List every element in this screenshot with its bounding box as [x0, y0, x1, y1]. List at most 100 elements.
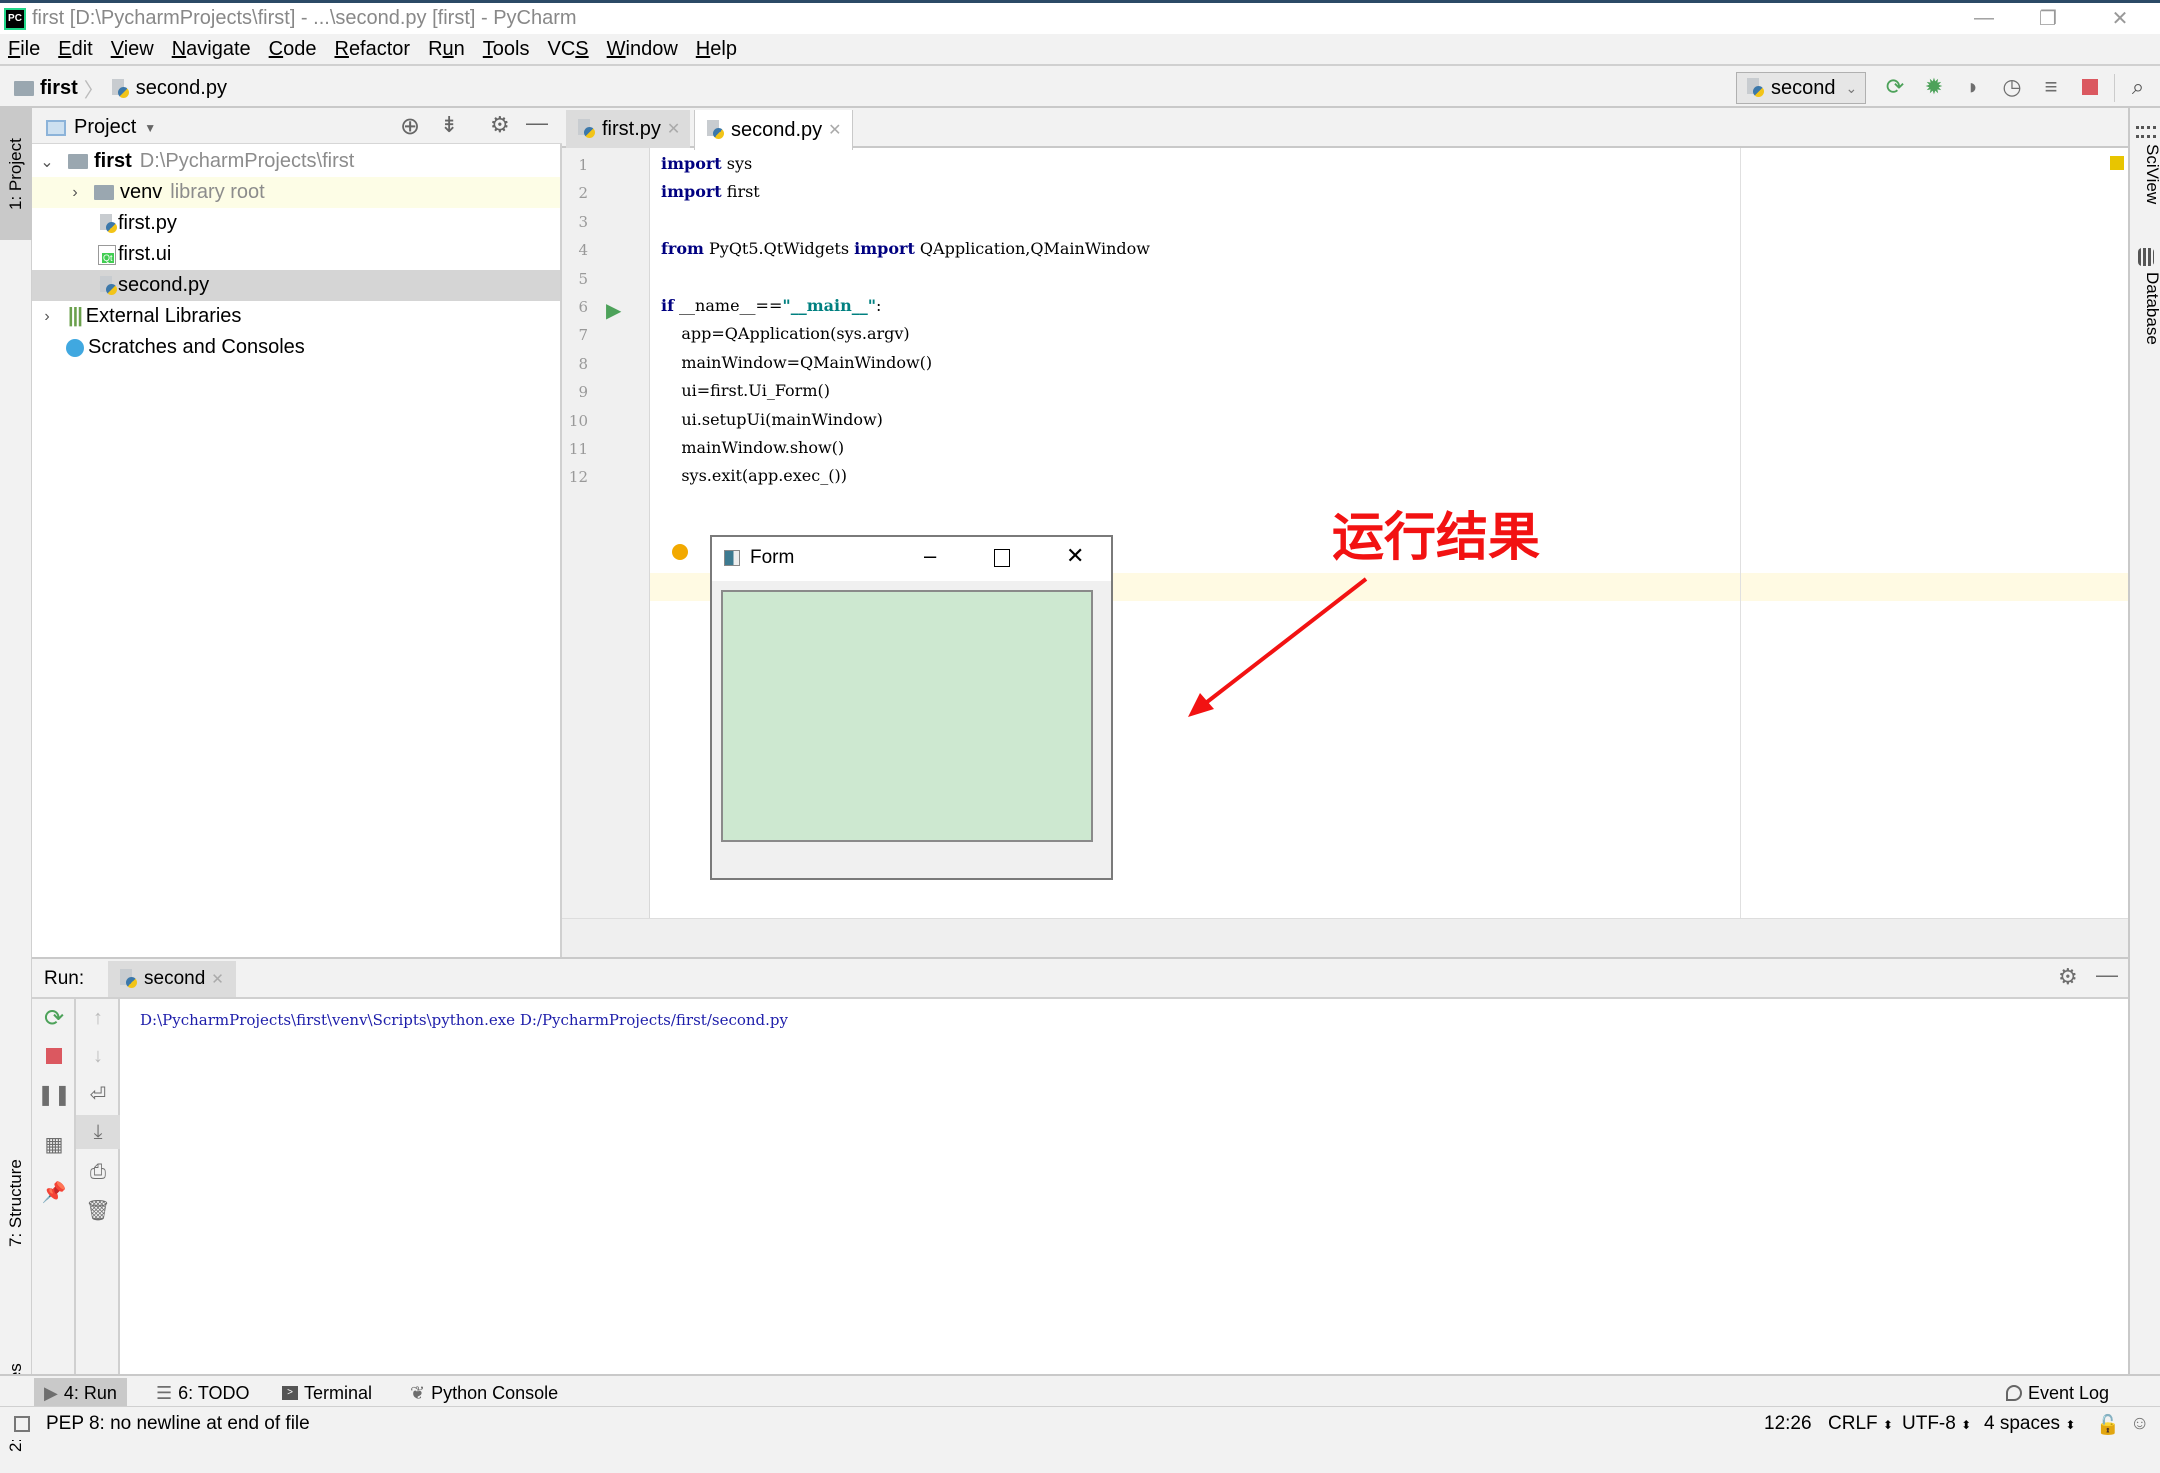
code-line[interactable]: import sys	[661, 154, 752, 173]
tree-item-first[interactable]: ⌄ first D:\PycharmProjects\first	[32, 146, 560, 177]
menu-view[interactable]: View	[111, 38, 154, 61]
toggle-tool-windows-icon[interactable]	[14, 1416, 30, 1432]
chevron-right-icon[interactable]: ›	[36, 308, 58, 326]
left-tool-stripe: 1: Project 7: Structure 2: Favorites	[0, 108, 32, 1452]
toolbar-divider	[2114, 74, 2115, 102]
tab-python-console[interactable]: ❦ Python Console	[400, 1378, 568, 1408]
tree-item-second-py[interactable]: second.py	[32, 270, 560, 301]
code-line[interactable]: mainWindow.show()	[661, 438, 844, 457]
stop-icon[interactable]	[2076, 73, 2104, 101]
collapse-all-icon[interactable]: ⇟	[440, 112, 458, 138]
menu-run[interactable]: Run	[428, 38, 465, 61]
indent-widget[interactable]: 4 spaces ⬍	[1984, 1413, 2075, 1435]
concurrency-icon[interactable]: ≡	[2037, 73, 2065, 101]
search-icon[interactable]: ⌕	[2124, 73, 2152, 101]
menu-refactor[interactable]: Refactor	[334, 38, 410, 61]
hide-panel-icon[interactable]: —	[526, 110, 548, 136]
code-line[interactable]: ui=first.Ui_Form()	[661, 381, 830, 400]
stop-icon[interactable]	[32, 1039, 76, 1073]
form-maximize-button[interactable]	[994, 549, 1010, 567]
tab-label: second.py	[731, 118, 823, 141]
tab-run[interactable]: ▶ 4: Run	[34, 1378, 127, 1408]
tree-item-first-ui[interactable]: Qt first.ui	[32, 239, 560, 270]
form-title: Form	[750, 547, 795, 568]
chevron-right-icon[interactable]: ›	[64, 184, 86, 202]
restore-button[interactable]: ❐	[2012, 3, 2084, 34]
chevron-down-icon[interactable]: ⌄	[36, 152, 58, 172]
menu-edit[interactable]: Edit	[58, 38, 92, 61]
menu-help[interactable]: Help	[696, 38, 737, 61]
inspector-icon[interactable]: ☺	[2130, 1413, 2149, 1435]
structure-tool-tab[interactable]: 7: Structure	[0, 1083, 32, 1323]
code-line[interactable]: if __name__=="__main__":	[661, 296, 881, 315]
form-minimize-button[interactable]: –	[924, 543, 936, 569]
code-line[interactable]: sys.exit(app.exec_())	[661, 466, 847, 485]
menu-window[interactable]: Window	[607, 38, 678, 61]
sciview-tool-tab[interactable]: SciView	[2130, 144, 2160, 204]
print-icon[interactable]: ⎙	[76, 1155, 120, 1189]
console-output[interactable]: D:\PycharmProjects\first\venv\Scripts\py…	[140, 1011, 788, 1029]
close-button[interactable]: ✕	[2084, 3, 2156, 34]
code-line[interactable]: app=QApplication(sys.argv)	[661, 324, 909, 343]
menu-tools[interactable]: Tools	[483, 38, 530, 61]
line-separator-widget[interactable]: CRLF ⬍	[1828, 1413, 1893, 1435]
intention-bulb-icon[interactable]	[672, 544, 688, 560]
tab-first-py[interactable]: first.py ✕	[566, 110, 691, 148]
code-line[interactable]: mainWindow=QMainWindow()	[661, 353, 932, 372]
code-line[interactable]: from PyQt5.QtWidgets import QApplication…	[661, 239, 1150, 258]
gear-icon[interactable]: ⚙	[2058, 964, 2078, 990]
profile-icon[interactable]: ◷	[1998, 73, 2026, 101]
tree-item-scratches[interactable]: Scratches and Consoles	[32, 332, 560, 363]
encoding-widget[interactable]: UTF-8 ⬍	[1902, 1413, 1971, 1435]
minimize-button[interactable]: —	[1948, 3, 2020, 34]
close-tab-icon[interactable]: ✕	[828, 120, 841, 140]
run-tab-second[interactable]: second ✕	[108, 961, 236, 997]
gear-icon[interactable]: ⚙	[490, 112, 510, 138]
form-window[interactable]: Form – ✕	[710, 535, 1113, 880]
menu-bar: File Edit View Navigate Code Refactor Ru…	[0, 34, 2160, 66]
code-line[interactable]: ui.setupUi(mainWindow)	[661, 410, 883, 429]
layout-icon[interactable]: ▦	[32, 1127, 76, 1161]
caret-position[interactable]: 12:26	[1764, 1413, 1812, 1435]
tree-item-first-py[interactable]: first.py	[32, 208, 560, 239]
tab-terminal[interactable]: > Terminal	[272, 1378, 382, 1408]
database-tool-tab[interactable]: Database	[2130, 272, 2160, 345]
form-app-icon	[724, 550, 740, 566]
rerun-icon[interactable]: ⟳	[1881, 73, 1909, 101]
rerun-icon[interactable]: ⟳	[32, 1001, 76, 1035]
lock-icon[interactable]: 🔓	[2096, 1413, 2120, 1437]
soft-wrap-icon[interactable]: ⏎	[76, 1077, 120, 1111]
tab-todo[interactable]: ☰ 6: TODO	[146, 1378, 260, 1408]
menu-vcs[interactable]: VCS	[548, 38, 589, 61]
line-number: 8	[578, 354, 588, 373]
pin-icon[interactable]: 📌	[32, 1175, 76, 1209]
run-gutter-icon[interactable]: ▶	[606, 298, 621, 323]
arrow-down-icon[interactable]: ↓	[76, 1039, 120, 1073]
arrow-up-icon[interactable]: ↑	[76, 1001, 120, 1035]
code-line[interactable]: import first	[661, 182, 760, 201]
scroll-to-end-icon[interactable]: ⤓	[76, 1115, 120, 1149]
tree-item-external-libraries[interactable]: › ||| External Libraries	[32, 301, 560, 332]
breadcrumb-file[interactable]: second.py	[136, 77, 227, 100]
hide-panel-icon[interactable]: —	[2096, 962, 2118, 988]
form-close-button[interactable]: ✕	[1066, 543, 1084, 569]
menu-code[interactable]: Code	[269, 38, 317, 61]
pause-icon[interactable]: ❚❚	[32, 1077, 76, 1111]
close-tab-icon[interactable]: ✕	[667, 119, 680, 139]
menu-navigate[interactable]: Navigate	[172, 38, 251, 61]
run-config-dropdown[interactable]: second ⌄	[1736, 72, 1866, 104]
project-tool-tab[interactable]: 1: Project	[0, 108, 32, 240]
locate-icon[interactable]: ⊕	[400, 112, 420, 141]
close-tab-icon[interactable]: ✕	[211, 970, 224, 988]
coverage-icon[interactable]: ◗	[1959, 73, 1987, 101]
inspection-status-icon[interactable]	[2110, 156, 2124, 170]
project-view-dropdown[interactable]: Project ▼	[46, 116, 156, 139]
tree-item-venv[interactable]: › venv library root	[32, 177, 560, 208]
tree-item-label: first.py	[118, 212, 177, 234]
tab-second-py[interactable]: second.py ✕	[694, 110, 853, 150]
trash-icon[interactable]: 🗑	[76, 1193, 120, 1227]
debug-icon[interactable]: ✹	[1920, 73, 1948, 101]
breadcrumb-project[interactable]: first	[40, 77, 78, 100]
event-log-button[interactable]: Event Log	[1996, 1378, 2119, 1408]
menu-file[interactable]: File	[8, 38, 40, 61]
